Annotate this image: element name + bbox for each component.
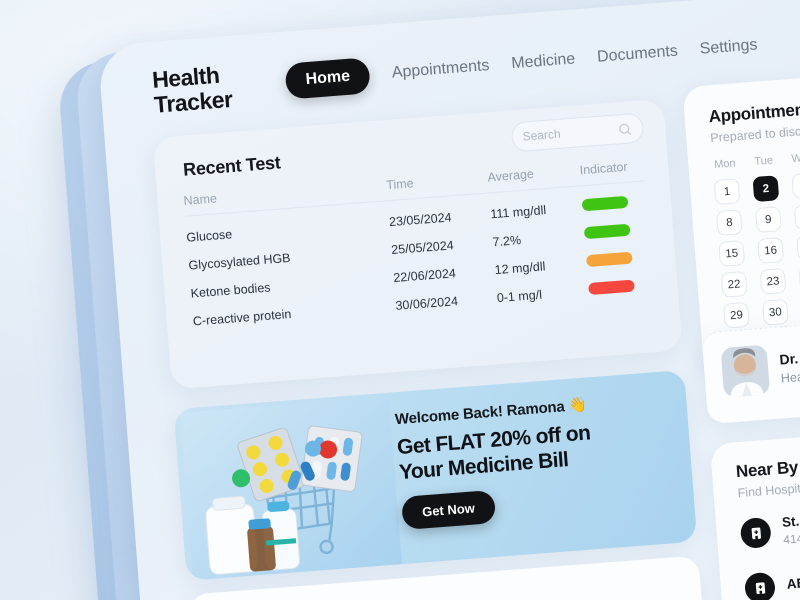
status-badge bbox=[581, 195, 629, 212]
recent-test-card: Recent Test Search Name Time Average Ind… bbox=[152, 98, 683, 390]
list-item[interactable]: St. Jhon Hosp 4140 Parker bbox=[739, 508, 800, 550]
calendar-day[interactable]: 16 bbox=[757, 237, 785, 264]
doctor-photo bbox=[720, 344, 771, 398]
calendar-day[interactable]: 15 bbox=[718, 240, 746, 267]
nearby-title: Near By bbox=[735, 457, 799, 482]
place-name: St. Jhon Hosp bbox=[781, 508, 800, 530]
get-now-button[interactable]: Get Now bbox=[400, 489, 496, 530]
weekday-label-wed: Wed bbox=[791, 151, 800, 166]
weekday-label-tue: Tue bbox=[754, 154, 774, 168]
calendar: Mon 1 8 15 22 29 Tue 2 9 16 23 30 Wed bbox=[712, 151, 800, 334]
status-badge bbox=[588, 279, 636, 296]
avatar bbox=[720, 344, 771, 398]
search-placeholder: Search bbox=[522, 126, 562, 144]
appointment-title: Appointment bbox=[707, 99, 800, 127]
device-mockup-stack: Health Tracker Home Appointments Medicin… bbox=[56, 0, 800, 600]
calendar-column-mon: Mon 1 8 15 22 29 bbox=[712, 157, 750, 334]
place-text: ABC Pharm bbox=[786, 571, 800, 595]
doctor-department: Heart Depart bbox=[780, 366, 800, 386]
place-name: ABC Pharm bbox=[786, 571, 800, 592]
brand-line-2: Tracker bbox=[153, 85, 234, 118]
calendar-day[interactable]: 1 bbox=[713, 178, 741, 206]
app-logo[interactable]: Health Tracker bbox=[151, 62, 233, 118]
calendar-column-tue: Tue 2 9 16 23 30 bbox=[751, 154, 789, 331]
search-input[interactable]: Search bbox=[510, 112, 645, 153]
promo-banner[interactable]: Welcome Back! Ramona 👋 Get FLAT 20% off … bbox=[173, 369, 698, 581]
status-badge bbox=[586, 251, 634, 268]
weekday-label-mon: Mon bbox=[713, 157, 737, 172]
nav-item-appointments[interactable]: Appointments bbox=[391, 57, 490, 82]
calendar-day[interactable]: 29 bbox=[723, 301, 750, 329]
cell-indicator bbox=[587, 265, 654, 298]
doctor-name: Dr. Huston C bbox=[778, 345, 800, 368]
main-content: Recent Test Search Name Time Average Ind… bbox=[105, 67, 800, 600]
place-text: St. Jhon Hosp 4140 Parker bbox=[781, 508, 800, 547]
nav-menu: Home Appointments Medicine Documents Set… bbox=[284, 27, 758, 100]
list-item[interactable]: ABC Pharm bbox=[743, 565, 800, 600]
recent-test-title: Recent Test bbox=[182, 152, 282, 180]
calendar-day[interactable]: 9 bbox=[754, 206, 782, 233]
search-icon bbox=[619, 123, 632, 135]
calendar-day[interactable]: 22 bbox=[720, 270, 748, 298]
hospital-icon bbox=[743, 571, 777, 600]
calendar-day-selected[interactable]: 2 bbox=[752, 175, 780, 203]
dashboard-window: Health Tracker Home Appointments Medicin… bbox=[97, 0, 800, 600]
calendar-day[interactable]: 17 bbox=[796, 234, 800, 261]
nav-item-home[interactable]: Home bbox=[284, 57, 372, 100]
nav-item-settings[interactable]: Settings bbox=[699, 36, 758, 58]
status-badge bbox=[584, 223, 631, 240]
medicine-cart-image bbox=[179, 396, 403, 581]
calendar-day[interactable]: 30 bbox=[761, 298, 789, 326]
nav-item-documents[interactable]: Documents bbox=[596, 43, 678, 67]
nav-item-medicine[interactable]: Medicine bbox=[511, 50, 576, 73]
calendar-day[interactable]: 3 bbox=[791, 172, 800, 200]
hospital-icon bbox=[739, 516, 772, 550]
calendar-day[interactable]: 23 bbox=[759, 267, 787, 295]
calendar-day[interactable]: 10 bbox=[793, 203, 800, 230]
hospital-glyph bbox=[755, 581, 765, 594]
recent-test-table: Name Time Average Indicator Glucose 23/0… bbox=[183, 158, 654, 328]
nearby-card: Near By Find Hospital Near Y St. Jhon Ho… bbox=[709, 424, 800, 600]
promo-text-block: Welcome Back! Ramona 👋 Get FLAT 20% off … bbox=[394, 389, 680, 530]
hospital-glyph bbox=[751, 527, 761, 539]
calendar-day[interactable]: 8 bbox=[715, 209, 743, 236]
calendar-column-wed: Wed 3 10 17 24 31 bbox=[790, 151, 800, 328]
